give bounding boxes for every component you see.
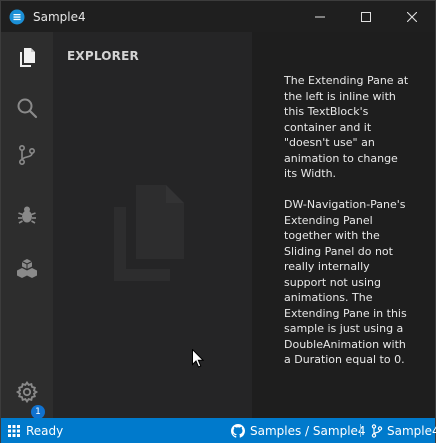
maximize-icon xyxy=(361,11,371,22)
window-title: Sample4 xyxy=(33,9,86,24)
files-watermark-icon xyxy=(114,185,186,285)
activity-source-control[interactable] xyxy=(1,135,53,175)
activity-explorer[interactable] xyxy=(1,38,53,78)
gear-icon xyxy=(15,380,39,404)
app-window: Sample4 1 EXPLORER The Extending Pane at… xyxy=(0,0,436,443)
explorer-panel: EXPLORER xyxy=(53,32,252,418)
status-branch[interactable]: Sample4 xyxy=(371,418,436,443)
branch-text: Sample4 xyxy=(387,423,436,438)
minimize-icon xyxy=(315,16,325,17)
activity-search[interactable] xyxy=(1,88,53,128)
activity-bar: 1 xyxy=(1,32,53,419)
title-bar: Sample4 xyxy=(1,1,435,32)
settings-badge: 1 xyxy=(31,405,45,419)
maximize-button[interactable] xyxy=(343,1,389,32)
status-repo[interactable]: Samples / Sample4 xyxy=(231,418,366,443)
window-controls xyxy=(297,1,435,32)
close-icon xyxy=(407,11,417,22)
activity-extensions[interactable] xyxy=(1,248,53,288)
grid-icon xyxy=(8,424,20,437)
files-icon xyxy=(20,48,35,67)
activity-settings[interactable] xyxy=(1,372,53,412)
source-control-icon xyxy=(19,144,36,165)
repo-text: Samples / Sample4 xyxy=(250,423,366,438)
debug-icon xyxy=(18,206,36,224)
description-text: The Extending Pane at the left is inline… xyxy=(284,74,409,366)
content-area: The Extending Pane at the left is inline… xyxy=(252,32,435,418)
status-text: Ready xyxy=(26,423,64,438)
status-ready: Ready xyxy=(8,418,63,443)
extensions-icon xyxy=(17,259,37,278)
status-divider xyxy=(360,424,361,437)
search-icon xyxy=(17,98,38,119)
github-icon xyxy=(231,423,245,438)
status-bar: Ready Samples / Sample4 Sample4 xyxy=(1,418,436,443)
app-menu-icon[interactable] xyxy=(9,9,25,25)
mouse-cursor-icon xyxy=(192,348,205,372)
branch-icon xyxy=(371,423,383,438)
panel-title: EXPLORER xyxy=(67,49,139,63)
activity-debug[interactable] xyxy=(1,195,53,235)
minimize-button[interactable] xyxy=(297,1,343,32)
close-button[interactable] xyxy=(389,1,435,32)
